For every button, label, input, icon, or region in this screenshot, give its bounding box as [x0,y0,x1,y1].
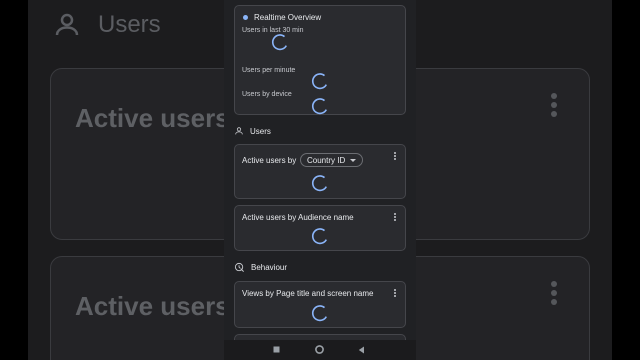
back-icon[interactable] [358,346,365,354]
users-section-header: Users [234,126,271,136]
letterbox-left [0,0,28,360]
metric-label: Users by device [242,91,292,98]
metric-label: Users per minute [242,67,296,74]
letterbox-right [612,0,640,360]
section-title: Behaviour [251,263,288,272]
more-vert-icon [551,93,557,120]
dropdown-value: Country ID [307,155,346,165]
card-title: Active users by [242,156,297,165]
realtime-title: Realtime Overview [254,13,322,22]
realtime-overview-card[interactable]: Realtime Overview Users in last 30 min U… [234,5,406,115]
background-header: Users [52,10,161,40]
home-icon[interactable] [315,345,324,354]
loading-spinner-icon [311,228,328,245]
chevron-down-icon [350,158,357,162]
more-vert-icon [551,281,557,308]
background-card-title: Active users [75,291,230,321]
active-users-by-audience-card[interactable]: Active users by Audience name [234,205,406,251]
system-nav-bar [224,340,416,360]
dimension-dropdown[interactable]: Country ID [300,153,364,167]
more-vert-icon[interactable] [392,152,398,162]
card-title: Active users by Audience name [242,213,354,222]
background-card-title: Active users [75,103,230,133]
loading-spinner-icon [311,305,328,322]
background-title: Users [98,11,161,38]
more-vert-icon[interactable] [392,213,398,223]
realtime-dot-icon [243,15,248,20]
loading-spinner-icon [311,175,328,192]
section-title: Users [250,126,271,136]
person-icon [55,13,79,36]
recents-icon[interactable] [273,346,280,353]
behaviour-icon [234,262,244,272]
more-vert-icon[interactable] [392,289,398,299]
loading-spinner-icon [271,34,288,51]
card-title: Views by Page title and screen name [242,289,374,298]
phone-screen: Realtime Overview Users in last 30 min U… [224,0,416,360]
behaviour-section-header: Behaviour [234,262,287,273]
loading-spinner-icon [311,73,328,90]
views-by-page-card[interactable]: Views by Page title and screen name [234,281,406,328]
loading-spinner-icon [311,98,328,115]
person-icon [235,127,243,135]
active-users-by-country-card[interactable]: Active users by Country ID [234,144,406,199]
